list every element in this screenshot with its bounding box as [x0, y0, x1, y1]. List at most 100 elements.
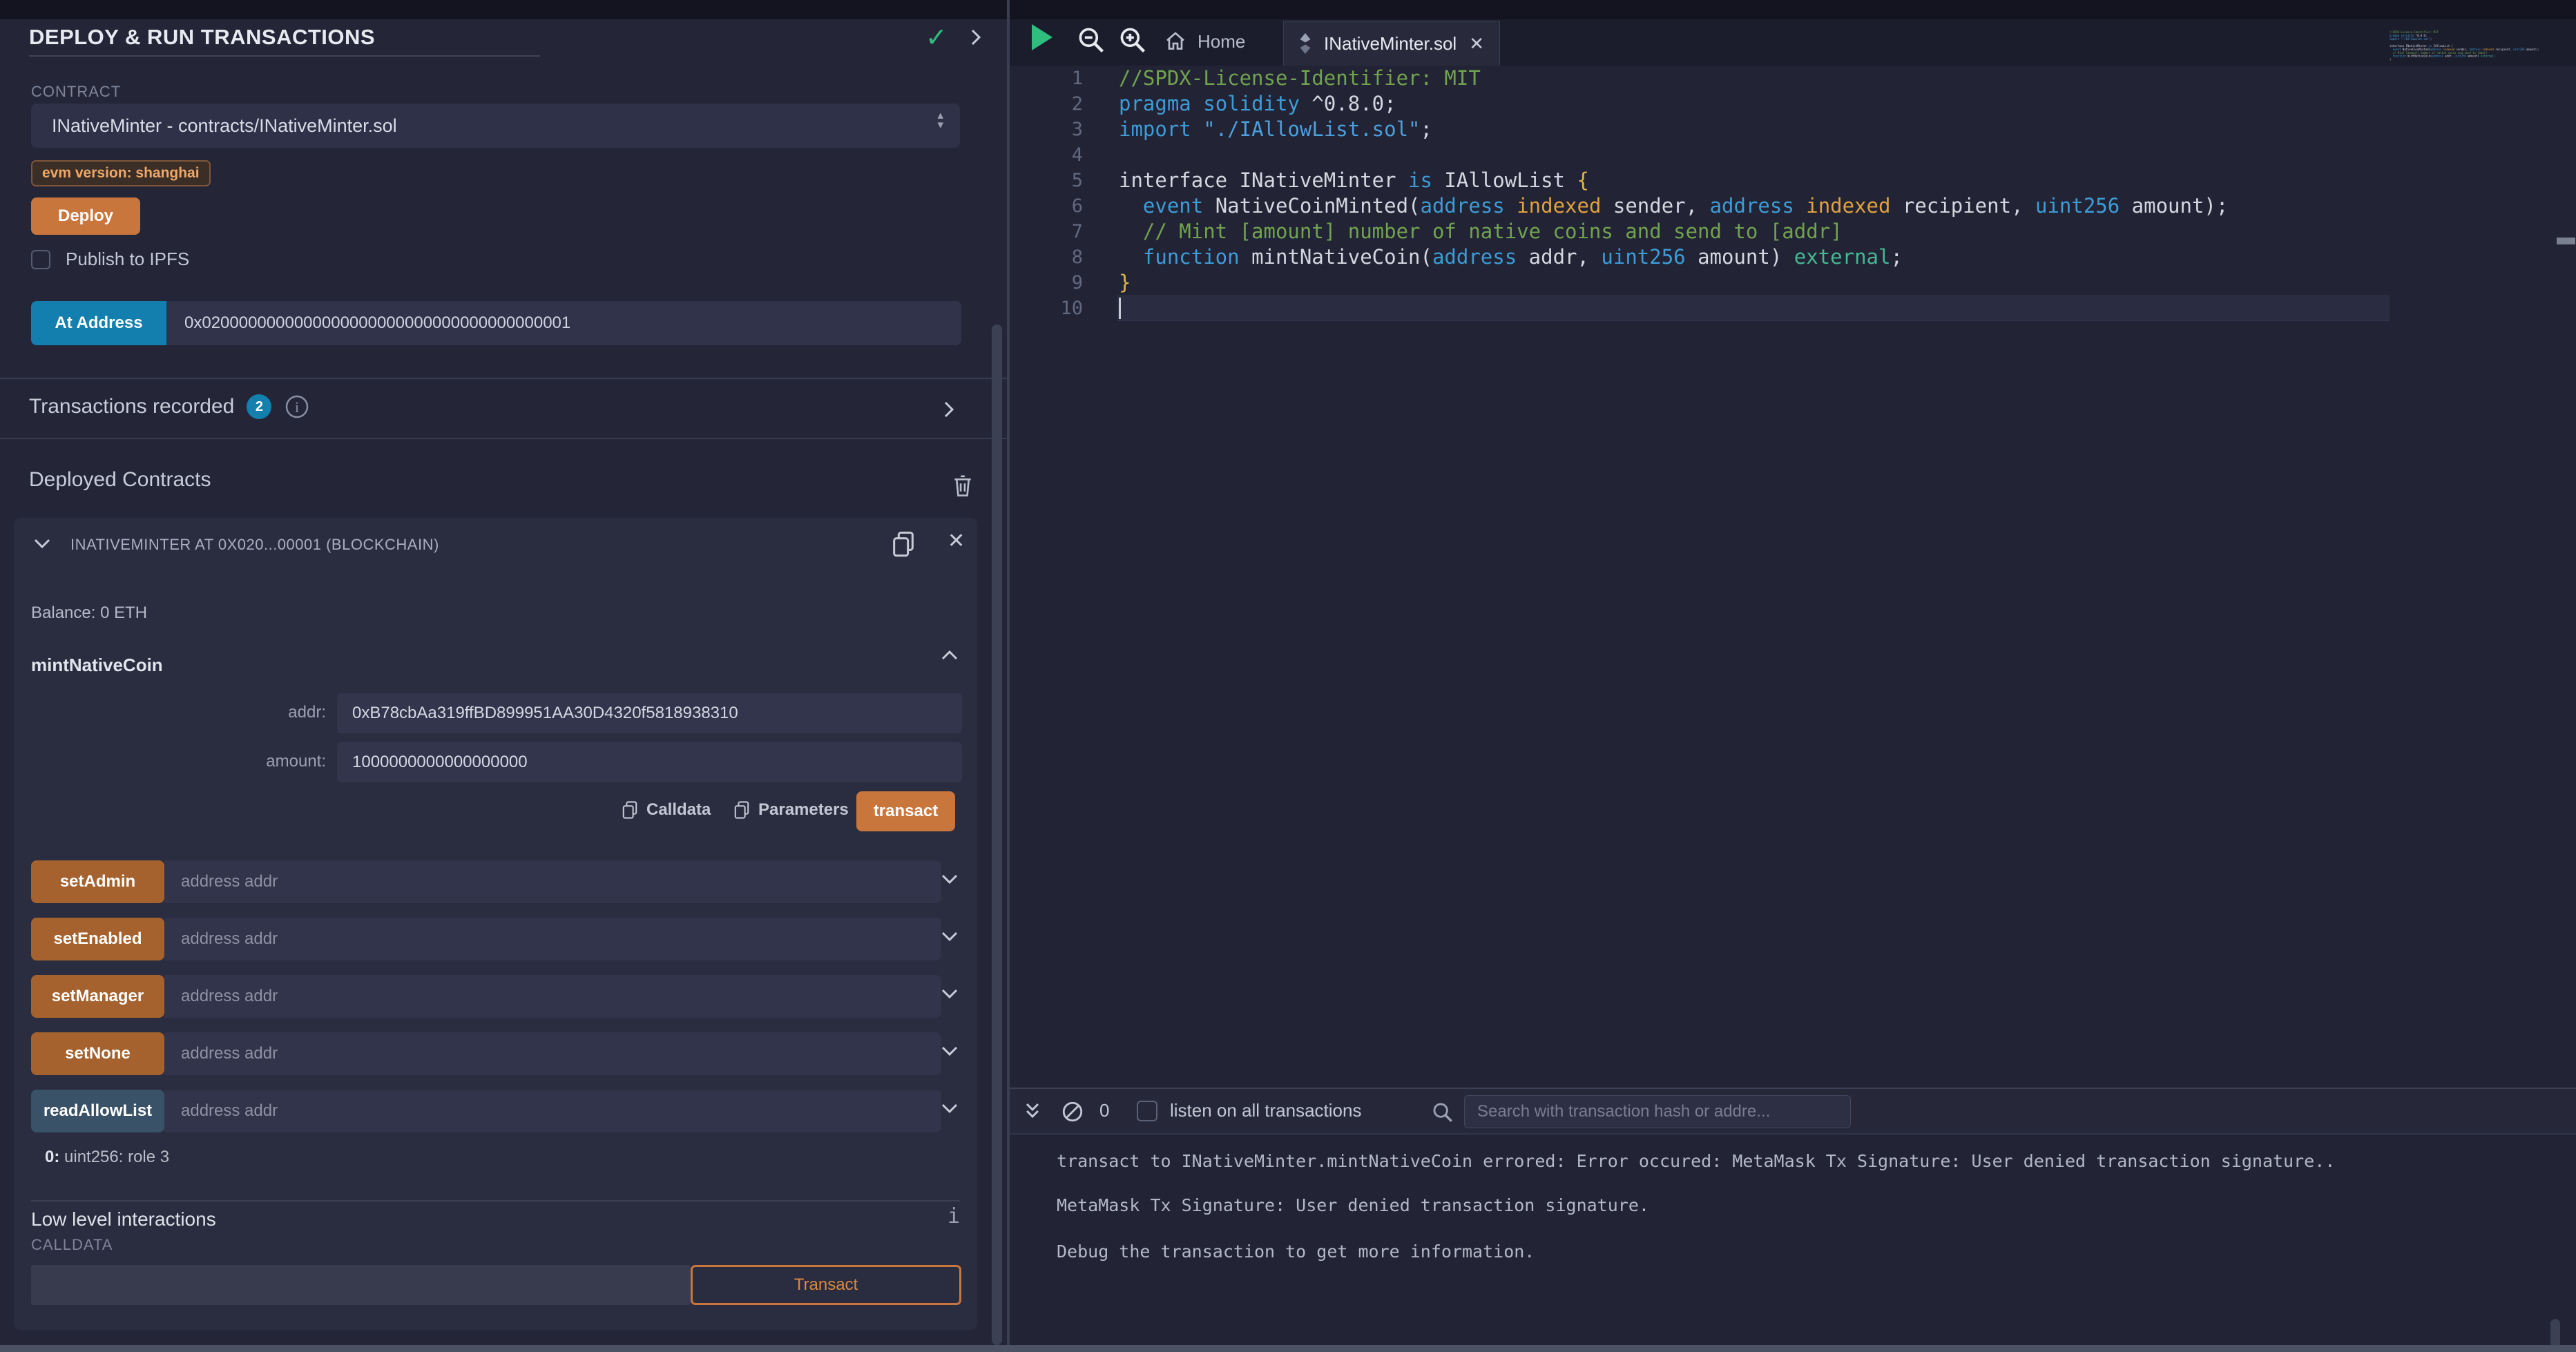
search-icon — [1431, 1101, 1454, 1124]
terminal-body[interactable]: ❯ transact to INativeMinter.mintNativeCo… — [1010, 1136, 2576, 1346]
panel-expand-icon[interactable] — [967, 26, 985, 48]
tab-home-label: Home — [1198, 31, 1245, 52]
trash-icon[interactable] — [950, 472, 975, 499]
info-icon[interactable]: i — [284, 394, 310, 420]
deployed-instance-card: INATIVEMINTER AT 0X020...00001 (BLOCKCHA… — [14, 518, 977, 1330]
minimap[interactable]: //SPDX-License-Identifier: MITpragma sol… — [2390, 30, 2555, 1039]
contract-label: CONTRACT — [31, 83, 121, 101]
copy-parameters-action[interactable]: Parameters — [732, 800, 849, 820]
contract-select[interactable]: INativeMinter - contracts/INativeMinter.… — [31, 104, 960, 148]
tab-inativeminter[interactable]: INativeMinter.sol ✕ — [1283, 21, 1500, 66]
copy-calldata-action[interactable]: Calldata — [620, 800, 711, 820]
setAdmin-input[interactable] — [164, 860, 941, 903]
addr-field-input[interactable] — [337, 693, 962, 733]
divider — [0, 438, 1007, 439]
tab-close-icon[interactable]: ✕ — [1469, 33, 1484, 55]
deployed-contracts-title: Deployed Contracts — [29, 468, 211, 492]
window-bottom-strip — [0, 1345, 2576, 1352]
svg-text:i: i — [295, 398, 299, 416]
setNone-input[interactable] — [164, 1032, 941, 1075]
setEnabled-button[interactable]: setEnabled — [31, 918, 164, 960]
compile-success-check-icon: ✓ — [925, 22, 948, 53]
parameters-action-label: Parameters — [758, 800, 849, 820]
clear-console-icon[interactable] — [1061, 1100, 1084, 1123]
code-line-3: import "./IAllowList.sol"; — [1119, 117, 2228, 142]
calldata-action-label: Calldata — [646, 800, 711, 820]
contract-select-value: INativeMinter - contracts/INativeMinter.… — [52, 115, 397, 137]
pending-tx-count: 0 — [1099, 1100, 1109, 1121]
code-area[interactable]: 12345678910 //SPDX-License-Identifier: M… — [1010, 66, 2390, 1088]
terminal-log-line: MetaMask Tx Signature: User denied trans… — [1057, 1195, 1649, 1215]
setEnabled-input[interactable] — [164, 918, 941, 960]
setNone-button[interactable]: setNone — [31, 1032, 164, 1075]
remix-ide-window: DEPLOY & RUN TRANSACTIONS ✓ CONTRACT INa… — [0, 0, 2576, 1352]
decoded-output-key: 0: — [45, 1148, 59, 1166]
tab-home[interactable]: Home — [1163, 22, 1245, 61]
open-function-name: mintNativeCoin — [31, 655, 163, 676]
copy-icon — [732, 800, 751, 820]
tab-label: INativeMinter.sol — [1324, 33, 1457, 55]
listen-all-label: listen on all transactions — [1170, 1100, 1361, 1121]
code-line-5: interface INativeMinter is IAllowList { — [1119, 168, 2228, 193]
chevron-down-icon[interactable] — [939, 929, 960, 944]
panel-title: DEPLOY & RUN TRANSACTIONS — [29, 25, 375, 50]
at-address-input[interactable] — [166, 301, 961, 345]
line-number: 4 — [1010, 142, 1083, 168]
terminal-log-line: transact to INativeMinter.mintNativeCoin… — [1057, 1151, 2335, 1171]
chevron-down-icon[interactable] — [939, 1043, 960, 1059]
setManager-input[interactable] — [164, 975, 941, 1018]
code-lines: //SPDX-License-Identifier: MITpragma sol… — [1119, 66, 2228, 321]
deploy-run-panel: DEPLOY & RUN TRANSACTIONS ✓ CONTRACT INa… — [0, 19, 1007, 1345]
function-row-setEnabled: setEnabled — [31, 918, 960, 960]
low-level-info-icon[interactable]: i — [948, 1204, 960, 1228]
function-row-readAllowList: readAllowList — [31, 1090, 960, 1132]
home-icon — [1163, 29, 1188, 54]
zoom-out-icon[interactable] — [1076, 25, 1106, 55]
run-script-play-icon[interactable] — [1032, 24, 1052, 50]
code-line-6: event NativeCoinMinted(address indexed s… — [1119, 193, 2228, 219]
title-underline — [29, 55, 540, 57]
addr-field-label: addr: — [207, 703, 326, 722]
listen-all-row: listen on all transactions — [1137, 1100, 1361, 1121]
instance-title: INATIVEMINTER AT 0X020...00001 (BLOCKCHA… — [70, 536, 439, 554]
transactions-expand-icon[interactable] — [941, 399, 957, 420]
at-address-button[interactable]: At Address — [31, 301, 166, 345]
setAdmin-button[interactable]: setAdmin — [31, 860, 164, 903]
readAllowList-button[interactable]: readAllowList — [31, 1090, 164, 1132]
chevron-down-icon[interactable] — [939, 1101, 960, 1116]
code-editor: Home INativeMinter.sol ✕ 12345678910 //S… — [1010, 19, 2576, 1088]
code-line-8: function mintNativeCoin(address addr, ui… — [1119, 244, 2228, 270]
setManager-button[interactable]: setManager — [31, 975, 164, 1018]
chevron-down-icon[interactable] — [32, 536, 52, 551]
readAllowList-input[interactable] — [164, 1090, 941, 1132]
code-line-1: //SPDX-License-Identifier: MIT — [1119, 66, 2228, 91]
line-number-gutter: 12345678910 — [1010, 66, 1083, 321]
instance-header[interactable]: INATIVEMINTER AT 0X020...00001 (BLOCKCHA… — [14, 518, 977, 573]
listen-all-checkbox[interactable] — [1137, 1101, 1157, 1121]
deploy-button[interactable]: Deploy — [31, 197, 140, 235]
chevron-down-icon[interactable] — [939, 871, 960, 887]
copy-icon[interactable] — [890, 529, 917, 559]
terminal-header: 0 listen on all transactions — [1010, 1089, 2576, 1134]
line-number: 2 — [1010, 91, 1083, 117]
publish-ipfs-checkbox[interactable] — [31, 250, 50, 269]
publish-ipfs-label: Publish to IPFS — [66, 249, 189, 270]
calldata-input[interactable] — [31, 1265, 691, 1305]
line-number: 6 — [1010, 193, 1083, 219]
window-top-strip — [0, 0, 2576, 19]
low-level-transact-button[interactable]: Transact — [691, 1265, 961, 1305]
zoom-in-icon[interactable] — [1117, 25, 1148, 55]
text-cursor — [1119, 298, 1121, 319]
transact-button[interactable]: transact — [856, 791, 955, 831]
amount-field-input[interactable] — [337, 742, 962, 782]
panel-scrollbar[interactable] — [992, 325, 1002, 1345]
amount-field-row: amount: — [14, 742, 977, 782]
collapse-terminal-icon[interactable] — [1022, 1101, 1043, 1123]
chevron-up-icon[interactable] — [939, 648, 960, 663]
function-row-setManager: setManager — [31, 975, 960, 1018]
divider — [0, 378, 1007, 379]
line-number: 5 — [1010, 168, 1083, 193]
close-icon[interactable]: ✕ — [948, 529, 965, 553]
terminal-search-input[interactable] — [1464, 1095, 1851, 1128]
chevron-down-icon[interactable] — [939, 986, 960, 1001]
